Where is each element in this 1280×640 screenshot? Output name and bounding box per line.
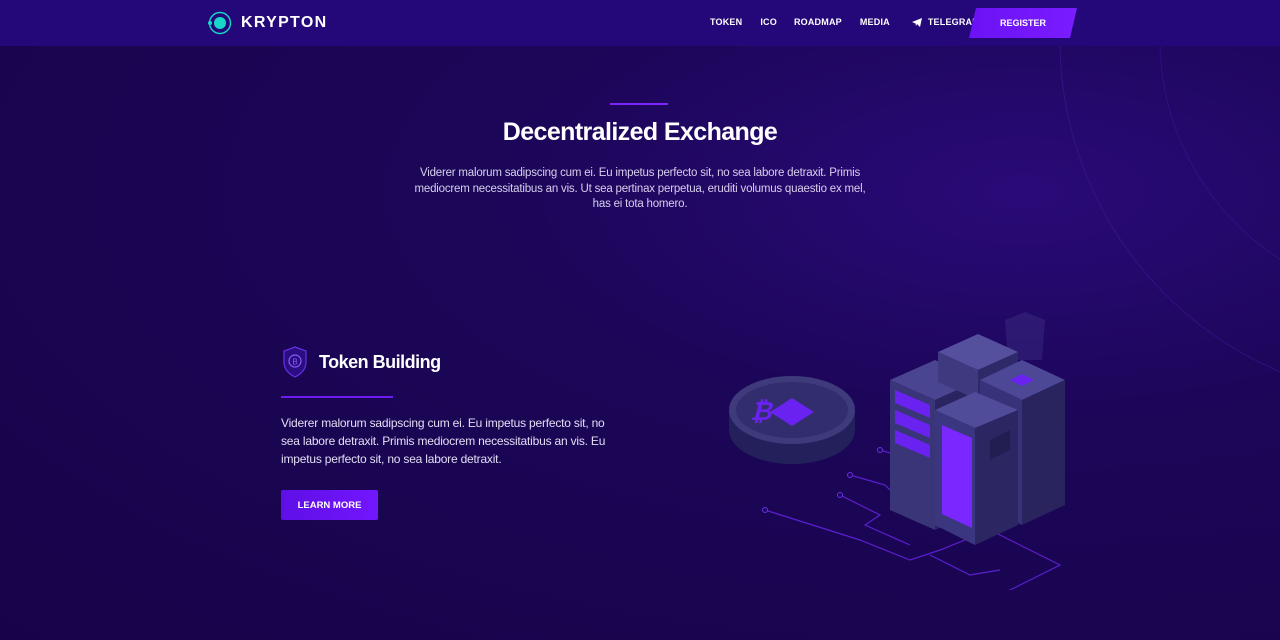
hero-title: Decentralized Exchange [502,118,778,146]
nav-item-token[interactable]: TOKEN [710,17,742,27]
crypto-server-illustration: ₿ [729,312,1065,590]
brand-name: KRYPTON [241,14,328,31]
nav-item-telegram[interactable]: TELEGRAM [911,17,980,27]
shield-coin-icon: B [283,346,307,378]
feature-description: Viderer malorum sadipscing cum ei. Eu im… [281,416,606,466]
feature-heading: B Token Building [282,346,441,378]
nav-item-ico[interactable]: ICO [760,17,777,27]
svg-text:B: B [292,358,297,367]
register-button[interactable]: REGISTER [969,8,1077,38]
learn-more-button[interactable]: LEARN MORE [281,490,378,520]
logo[interactable]: KRYPTON [208,11,327,35]
hero-description: Viderer malorum sadipscing cum ei. Eu im… [414,167,866,210]
nav-item-media[interactable]: MEDIA [860,17,890,27]
main-nav: TOKEN ICO ROADMAP MEDIA TELEGRAM [710,17,980,27]
feature-divider [281,396,393,398]
hero-divider [610,103,668,105]
nav-item-roadmap[interactable]: ROADMAP [794,17,842,27]
krypton-logo-icon [208,11,232,35]
background-arcs [1059,0,1280,373]
feature-title: Token Building [319,351,441,372]
telegram-icon [911,17,922,27]
top-navbar: KRYPTON TOKEN ICO ROADMAP MEDIA TELEGRAM… [0,0,1280,46]
